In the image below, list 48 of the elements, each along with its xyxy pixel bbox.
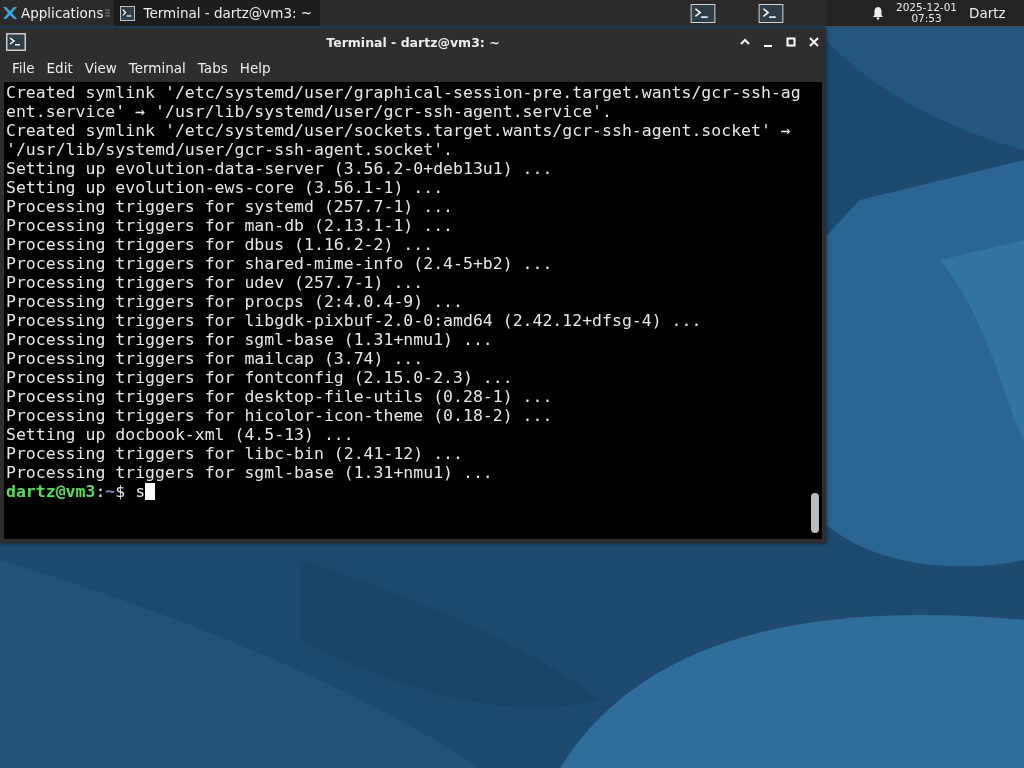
terminal-line: Created symlink '/etc/systemd/user/sockets.target.wants/gcr-ssh-agent.socket' → bbox=[6, 121, 791, 140]
user-name[interactable]: Dartz bbox=[969, 5, 1006, 21]
window-title: Terminal - dartz@vm3: ~ bbox=[326, 34, 500, 50]
prompt-path: ~ bbox=[105, 482, 116, 501]
applications-menu-button[interactable]: Applications bbox=[0, 0, 106, 26]
terminal-line: Setting up docbook-xml (4.5-13) ... bbox=[6, 425, 354, 444]
terminal-line: ent.service' → '/usr/lib/systemd/user/gcr-ssh-agent.service'. bbox=[6, 102, 612, 121]
menu-item[interactable]: Tabs bbox=[191, 58, 234, 78]
terminal-icon bbox=[6, 33, 26, 51]
prompt-separator: : bbox=[95, 482, 106, 501]
terminal-line: Processing triggers for systemd (257.7-1) ... bbox=[6, 197, 454, 216]
terminal-icon bbox=[120, 5, 136, 21]
terminal-line: Processing triggers for procps (2:4.0.4-9) ... bbox=[6, 292, 463, 311]
menu-item[interactable]: Help bbox=[233, 58, 277, 78]
terminal-line: Processing triggers for sgml-base (1.31+nmu1) ... bbox=[6, 330, 493, 349]
terminal-line: Processing triggers for dbus (1.16.2-2) ... bbox=[6, 235, 434, 254]
menu-item[interactable]: View bbox=[78, 58, 123, 78]
terminal-line: Processing triggers for fontconfig (2.15.0-2.3) ... bbox=[6, 368, 513, 387]
terminal-icon[interactable] bbox=[690, 3, 716, 23]
terminal-line: Processing triggers for hicolor-icon-theme (0.18-2) ... bbox=[6, 406, 553, 425]
terminal-line: Processing triggers for desktop-file-utils (0.28-1) ... bbox=[6, 387, 553, 406]
maximize-icon[interactable] bbox=[785, 36, 797, 48]
prompt-symbol: $ bbox=[115, 482, 126, 501]
taskbar-button[interactable]: Terminal - dartz@vm3: ~ bbox=[114, 0, 321, 26]
terminal-line: Created symlink '/etc/systemd/user/graphical-session-pre.target.wants/gcr-ssh-ag bbox=[6, 83, 801, 102]
terminal-line: Setting up evolution-ews-core (3.56.1-1) ... bbox=[6, 178, 444, 197]
menu-item[interactable]: Terminal bbox=[122, 58, 192, 78]
scrollbar-thumb[interactable] bbox=[811, 493, 819, 533]
terminal-line: Setting up evolution-data-server (3.56.2-0+deb13u1) ... bbox=[6, 159, 553, 178]
terminal-line: Processing triggers for libc-bin (2.41-12) ... bbox=[6, 444, 463, 463]
text-cursor bbox=[145, 483, 156, 500]
terminal-icon[interactable] bbox=[758, 3, 784, 23]
command-input[interactable]: s bbox=[135, 482, 146, 501]
terminal-line: Processing triggers for sgml-base (1.31+nmu1) ... bbox=[6, 463, 493, 482]
logo-icon bbox=[2, 5, 18, 21]
menu-item[interactable]: Edit bbox=[40, 58, 79, 78]
terminal-line: Processing triggers for shared-mime-info (2.4-5+b2) ... bbox=[6, 254, 553, 273]
terminal-line: Processing triggers for libgdk-pixbuf-2.0-0:amd64 (2.42.12+dfsg-4) ... bbox=[6, 311, 702, 330]
terminal-line: Processing triggers for man-db (2.13.1-1) ... bbox=[6, 216, 454, 235]
clock-date: 2025-12-01 bbox=[896, 2, 958, 13]
terminal-line: '/usr/lib/systemd/user/gcr-ssh-agent.socket'. bbox=[6, 140, 454, 159]
terminal-line: Processing triggers for mailcap (3.74) ... bbox=[6, 349, 424, 368]
menu-item[interactable]: File bbox=[6, 58, 41, 78]
clock-time: 07:53 bbox=[911, 13, 942, 24]
notification-bell-icon[interactable] bbox=[872, 6, 884, 20]
close-icon[interactable] bbox=[808, 36, 820, 48]
terminal-line: Processing triggers for udev (257.7-1) ... bbox=[6, 273, 424, 292]
prompt-user-host: dartz@vm3 bbox=[6, 482, 96, 501]
